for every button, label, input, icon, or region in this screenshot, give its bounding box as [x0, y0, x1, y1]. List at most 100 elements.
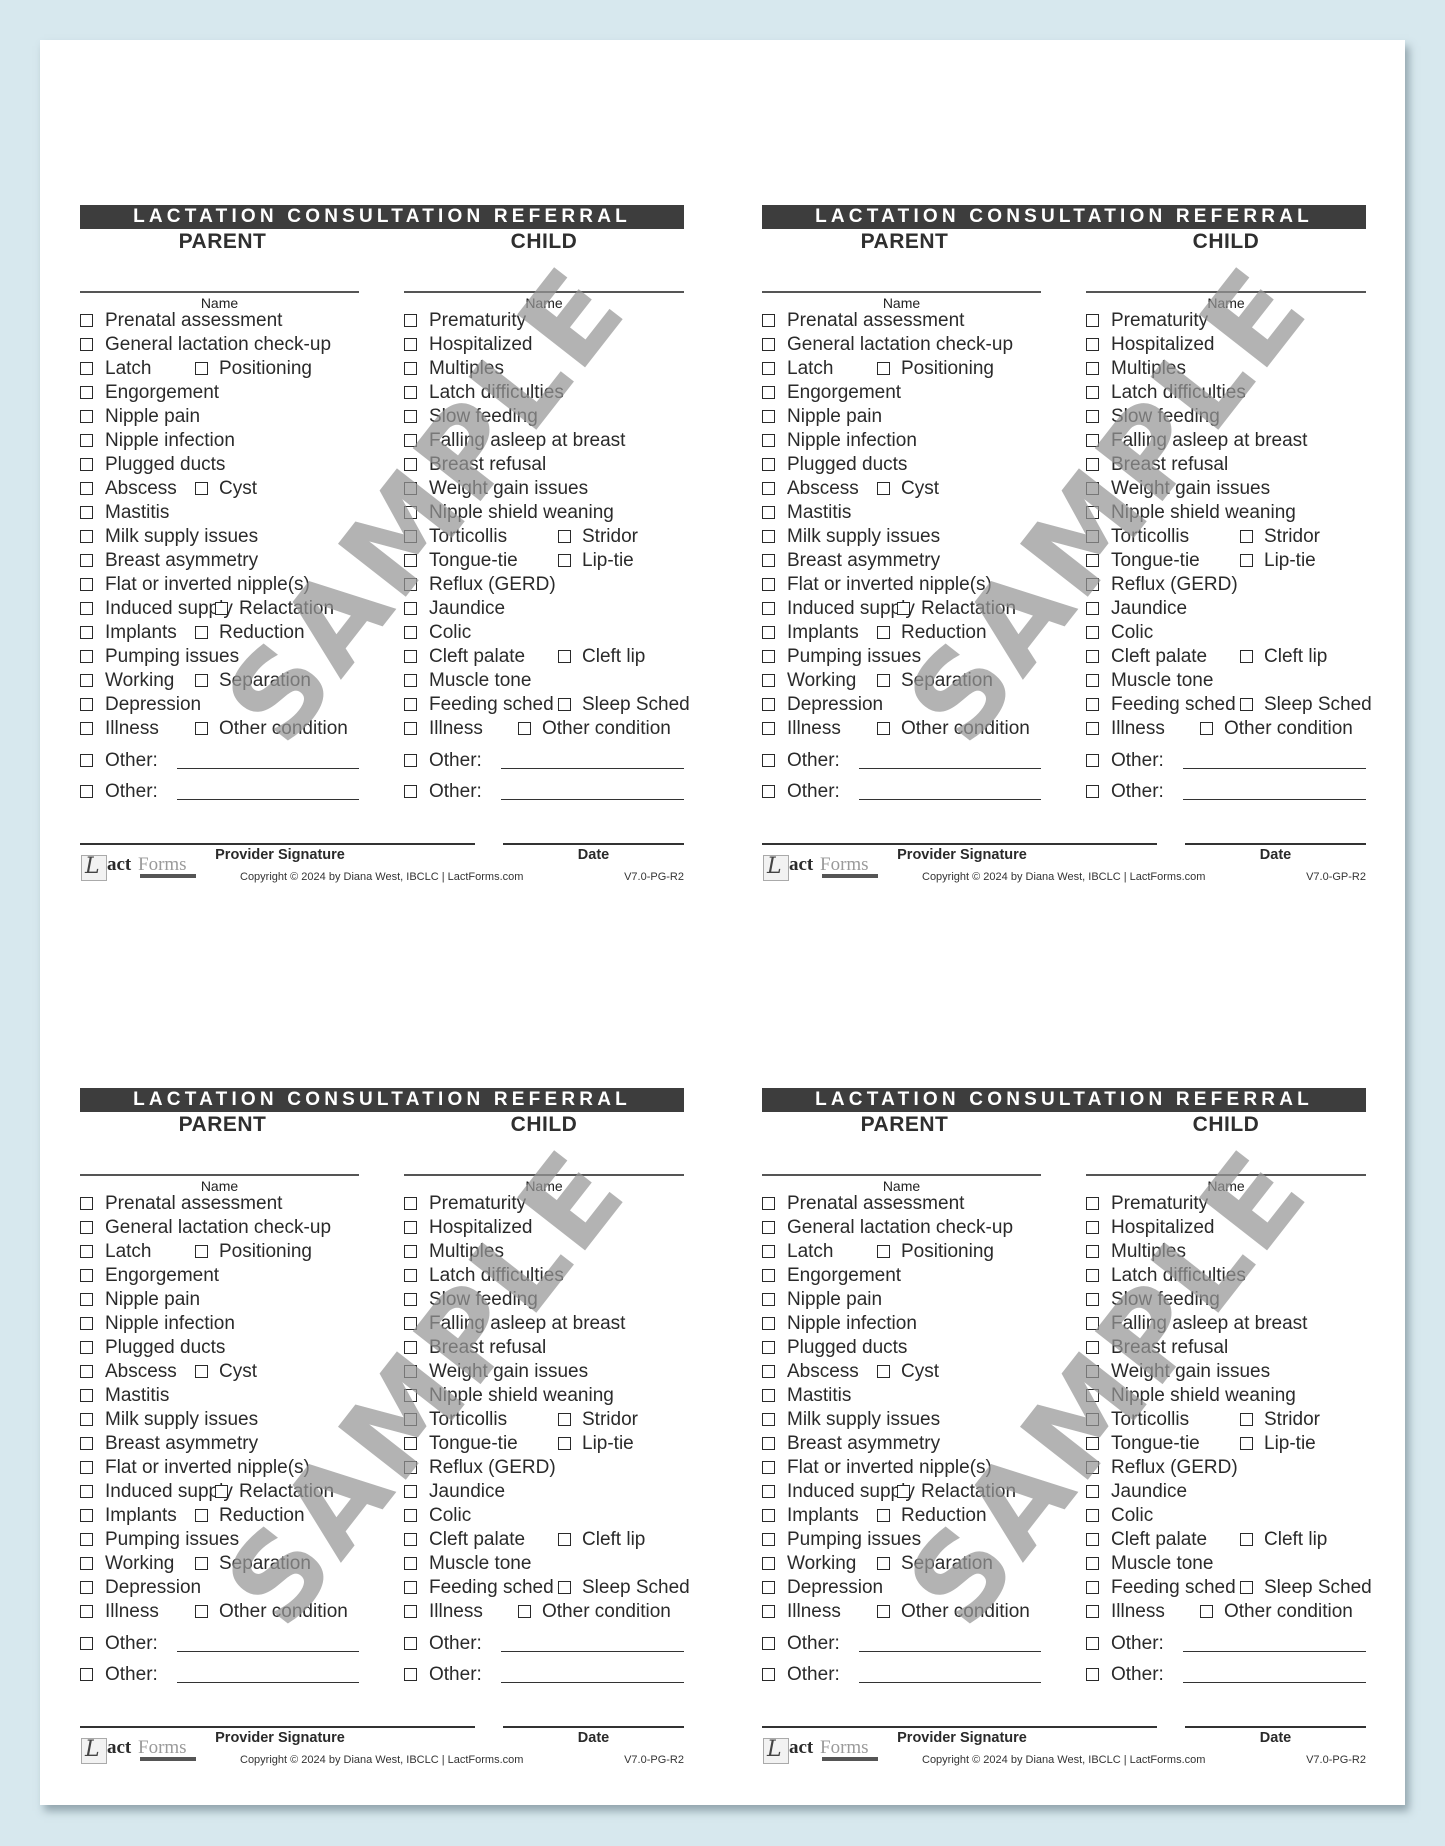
checkbox[interactable]	[404, 1365, 417, 1378]
other-text-field[interactable]	[1183, 1682, 1366, 1683]
checkbox[interactable]	[1240, 650, 1253, 663]
checkbox[interactable]	[877, 1365, 890, 1378]
checkbox[interactable]	[80, 1557, 93, 1570]
checkbox[interactable]	[762, 602, 775, 615]
checkbox[interactable]	[1086, 754, 1099, 767]
checkbox[interactable]	[558, 650, 571, 663]
checkbox[interactable]	[404, 722, 417, 735]
checkbox[interactable]	[877, 1605, 890, 1618]
checkbox[interactable]	[404, 482, 417, 495]
child-name-field[interactable]	[1086, 291, 1366, 293]
other-text-field[interactable]	[501, 1651, 684, 1652]
checkbox[interactable]	[762, 1413, 775, 1426]
checkbox[interactable]	[1240, 530, 1253, 543]
other-text-field[interactable]	[501, 1682, 684, 1683]
checkbox[interactable]	[404, 530, 417, 543]
checkbox[interactable]	[80, 785, 93, 798]
checkbox[interactable]	[1086, 530, 1099, 543]
checkbox[interactable]	[558, 1533, 571, 1546]
checkbox[interactable]	[762, 458, 775, 471]
checkbox[interactable]	[1086, 338, 1099, 351]
checkbox[interactable]	[1086, 1485, 1099, 1498]
other-text-field[interactable]	[501, 768, 684, 769]
checkbox[interactable]	[80, 1317, 93, 1330]
checkbox[interactable]	[80, 1461, 93, 1474]
checkbox[interactable]	[404, 1197, 417, 1210]
checkbox[interactable]	[80, 410, 93, 423]
checkbox[interactable]	[762, 578, 775, 591]
checkbox[interactable]	[404, 434, 417, 447]
other-text-field[interactable]	[177, 1682, 359, 1683]
checkbox[interactable]	[80, 722, 93, 735]
other-text-field[interactable]	[177, 799, 359, 800]
other-text-field[interactable]	[859, 768, 1041, 769]
checkbox[interactable]	[80, 674, 93, 687]
checkbox[interactable]	[1086, 1668, 1099, 1681]
checkbox[interactable]	[1086, 1509, 1099, 1522]
checkbox[interactable]	[762, 362, 775, 375]
checkbox[interactable]	[1086, 482, 1099, 495]
checkbox[interactable]	[80, 1197, 93, 1210]
checkbox[interactable]	[404, 1437, 417, 1450]
checkbox[interactable]	[762, 1245, 775, 1258]
checkbox[interactable]	[1086, 1341, 1099, 1354]
parent-name-field[interactable]	[762, 291, 1041, 293]
checkbox[interactable]	[80, 362, 93, 375]
checkbox[interactable]	[1086, 1581, 1099, 1594]
checkbox[interactable]	[404, 1221, 417, 1234]
checkbox[interactable]	[404, 626, 417, 639]
checkbox[interactable]	[762, 1293, 775, 1306]
checkbox[interactable]	[762, 530, 775, 543]
checkbox[interactable]	[1086, 1245, 1099, 1258]
checkbox[interactable]	[762, 1637, 775, 1650]
checkbox[interactable]	[404, 362, 417, 375]
checkbox[interactable]	[762, 1221, 775, 1234]
checkbox[interactable]	[762, 314, 775, 327]
checkbox[interactable]	[877, 1557, 890, 1570]
checkbox[interactable]	[762, 1668, 775, 1681]
checkbox[interactable]	[1086, 362, 1099, 375]
checkbox[interactable]	[762, 626, 775, 639]
checkbox[interactable]	[80, 1221, 93, 1234]
checkbox[interactable]	[1086, 1197, 1099, 1210]
checkbox[interactable]	[404, 1605, 417, 1618]
checkbox[interactable]	[558, 698, 571, 711]
checkbox[interactable]	[80, 434, 93, 447]
checkbox[interactable]	[195, 1605, 208, 1618]
checkbox[interactable]	[195, 362, 208, 375]
checkbox[interactable]	[404, 410, 417, 423]
provider-signature-field[interactable]	[80, 843, 475, 845]
checkbox[interactable]	[1086, 1317, 1099, 1330]
checkbox[interactable]	[195, 1245, 208, 1258]
checkbox[interactable]	[558, 1437, 571, 1450]
checkbox[interactable]	[762, 1341, 775, 1354]
checkbox[interactable]	[762, 698, 775, 711]
checkbox[interactable]	[404, 674, 417, 687]
other-text-field[interactable]	[859, 1682, 1041, 1683]
date-field[interactable]	[503, 843, 684, 845]
checkbox[interactable]	[1086, 626, 1099, 639]
checkbox[interactable]	[404, 1317, 417, 1330]
checkbox[interactable]	[1086, 1437, 1099, 1450]
checkbox[interactable]	[762, 1269, 775, 1282]
checkbox[interactable]	[80, 1437, 93, 1450]
checkbox[interactable]	[404, 386, 417, 399]
checkbox[interactable]	[80, 578, 93, 591]
checkbox[interactable]	[404, 1389, 417, 1402]
checkbox[interactable]	[404, 1293, 417, 1306]
checkbox[interactable]	[762, 1461, 775, 1474]
child-name-field[interactable]	[404, 291, 684, 293]
checkbox[interactable]	[80, 506, 93, 519]
checkbox[interactable]	[1200, 1605, 1213, 1618]
checkbox[interactable]	[80, 458, 93, 471]
checkbox[interactable]	[762, 386, 775, 399]
checkbox[interactable]	[404, 1413, 417, 1426]
checkbox[interactable]	[1086, 722, 1099, 735]
checkbox[interactable]	[195, 482, 208, 495]
checkbox[interactable]	[404, 1269, 417, 1282]
checkbox[interactable]	[80, 698, 93, 711]
checkbox[interactable]	[877, 722, 890, 735]
checkbox[interactable]	[404, 1485, 417, 1498]
checkbox[interactable]	[1240, 1533, 1253, 1546]
checkbox[interactable]	[762, 554, 775, 567]
